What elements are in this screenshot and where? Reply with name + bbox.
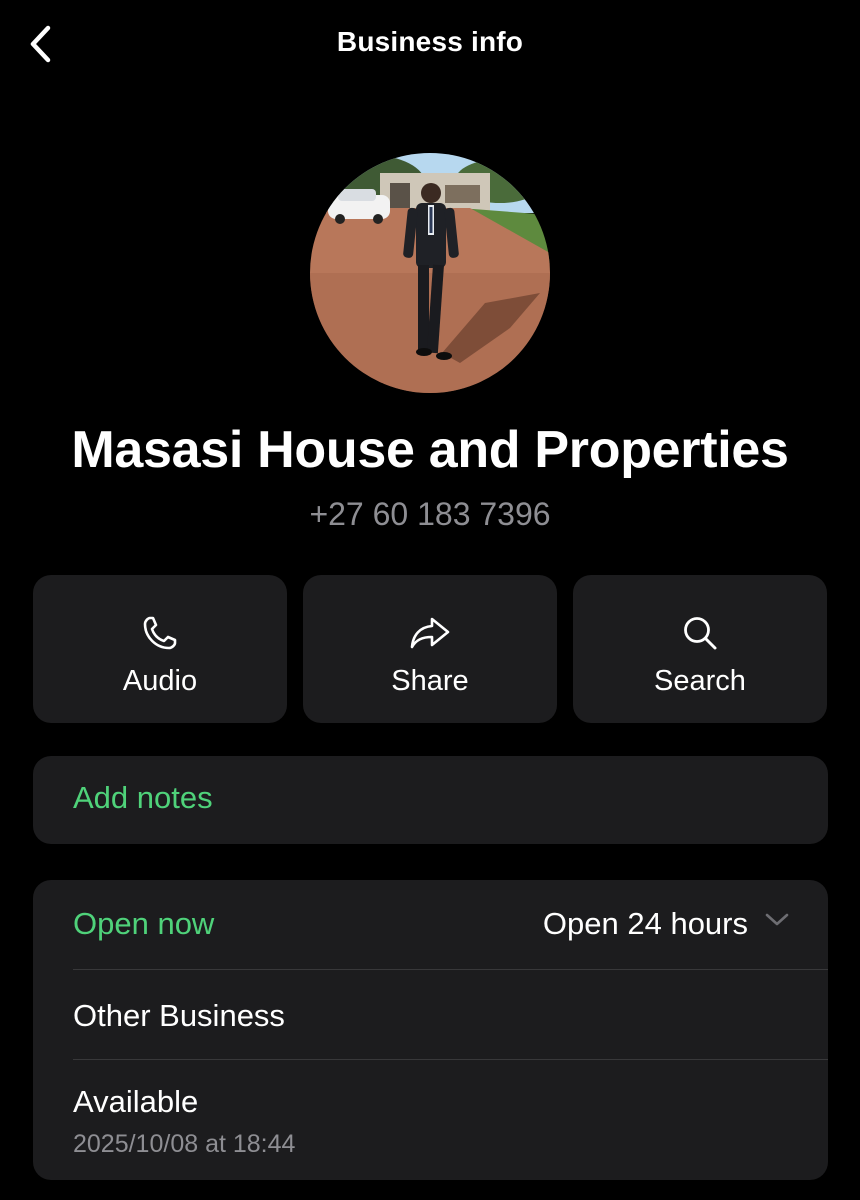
share-label: Share: [391, 665, 469, 697]
business-phone[interactable]: +27 60 183 7396: [0, 496, 860, 533]
availability-timestamp: 2025/10/08 at 18:44: [73, 1130, 296, 1158]
avatar[interactable]: [310, 153, 550, 393]
search-button[interactable]: Search: [573, 575, 827, 723]
top-bar: Business info: [0, 0, 860, 90]
search-icon: [684, 617, 717, 650]
audio-call-button[interactable]: Audio: [33, 575, 287, 723]
share-arrow-icon: [410, 617, 450, 649]
chevron-down-icon: [765, 913, 789, 926]
add-notes-label: Add notes: [73, 780, 213, 815]
business-category-row: Other Business: [73, 970, 828, 1060]
business-details-card: Open now Open 24 hours Other Business Av…: [33, 880, 828, 1180]
audio-label: Audio: [122, 665, 198, 697]
page-title: Business info: [336, 26, 524, 57]
profile-photo: [310, 153, 550, 393]
phone-icon: [143, 616, 177, 650]
open-status: Open now: [73, 906, 215, 941]
availability-status: Available: [73, 1084, 199, 1119]
business-name: Masasi House and Properties: [71, 421, 789, 479]
share-button[interactable]: Share: [303, 575, 557, 723]
add-notes-button[interactable]: Add notes: [33, 756, 828, 844]
business-category: Other Business: [73, 998, 285, 1033]
business-hours-row[interactable]: Open now Open 24 hours: [73, 880, 828, 970]
search-label: Search: [654, 665, 746, 697]
business-status-row: Available 2025/10/08 at 18:44: [73, 1060, 828, 1180]
hours-value: Open 24 hours: [542, 906, 748, 941]
